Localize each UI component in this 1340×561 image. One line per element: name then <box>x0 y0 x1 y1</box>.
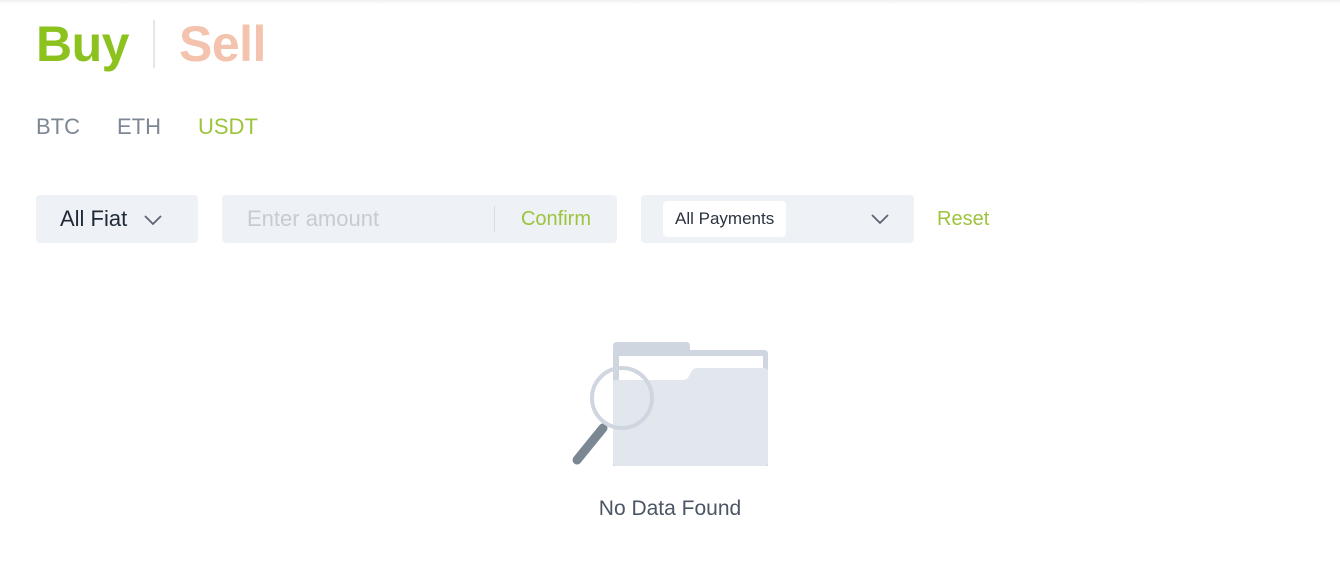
asset-tabs: BTC ETH USDT <box>36 114 258 140</box>
amount-field-group: Confirm <box>222 195 617 243</box>
empty-message: No Data Found <box>598 497 742 520</box>
fiat-select-value: All Fiat <box>60 206 128 231</box>
header-shadow <box>0 0 1340 4</box>
payment-select[interactable]: All Payments <box>641 195 914 243</box>
toggle-divider <box>152 20 155 68</box>
tab-eth[interactable]: ETH <box>117 114 161 140</box>
tab-usdt[interactable]: USDT <box>198 114 258 140</box>
sell-tab[interactable]: Sell <box>179 15 266 73</box>
reset-button[interactable]: Reset <box>937 208 989 231</box>
filter-bar: All Fiat Confirm All Payments Reset <box>36 195 989 243</box>
payment-select-value: All Payments <box>663 201 787 237</box>
empty-folder-search-icon <box>572 342 768 466</box>
chevron-down-icon <box>143 206 163 232</box>
fiat-select[interactable]: All Fiat <box>36 195 198 243</box>
empty-state: No Data Found <box>0 338 1340 521</box>
tab-btc[interactable]: BTC <box>36 114 80 140</box>
chevron-down-icon <box>870 212 890 230</box>
confirm-button[interactable]: Confirm <box>495 208 617 231</box>
amount-input[interactable] <box>222 195 494 243</box>
buy-tab[interactable]: Buy <box>36 15 129 73</box>
trade-toggle: Buy Sell <box>36 16 266 72</box>
